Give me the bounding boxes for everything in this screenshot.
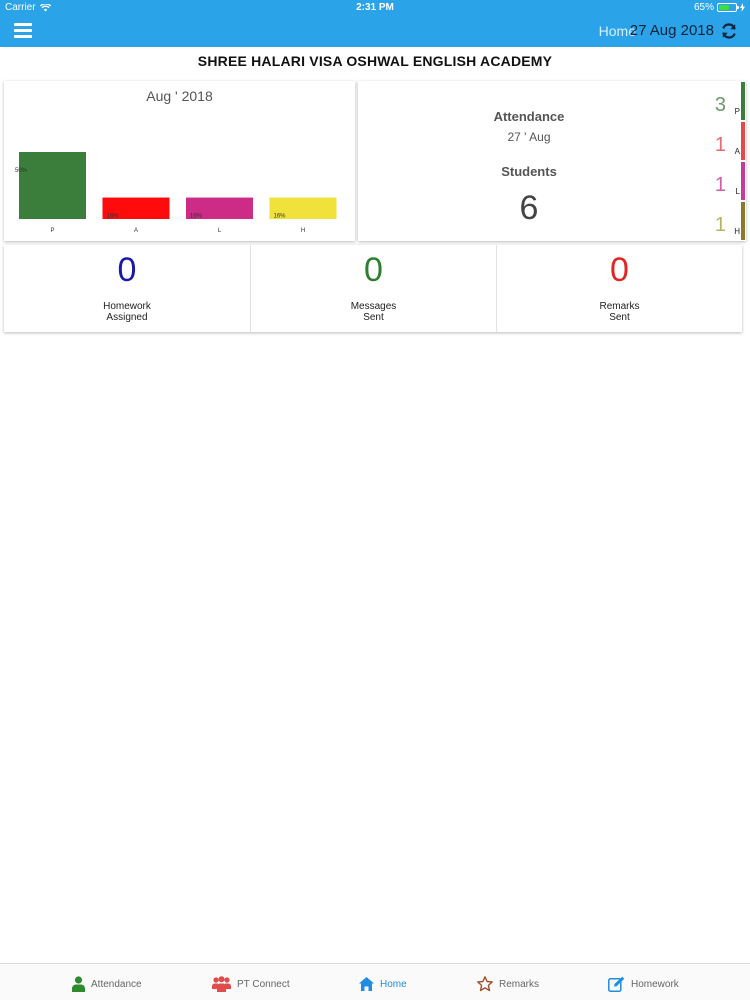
chart-tick-label: L: [218, 228, 222, 234]
status-count: 1: [714, 134, 726, 156]
monthly-attendance-chart-card: Aug ' 2018 50% P 16% A 16% L 16% H: [4, 81, 355, 241]
status-color-strip: [741, 122, 745, 160]
battery-icon: [717, 3, 739, 12]
messages-sent-stat[interactable]: 0 Messages Sent: [250, 245, 496, 332]
status-row-leave: 1 L: [686, 162, 746, 200]
person-icon: [72, 976, 85, 992]
students-count: 6: [519, 189, 539, 227]
chart-data-label: 16%: [190, 214, 203, 220]
status-count: 1: [714, 174, 726, 196]
status-row-holiday: 1 H: [686, 202, 746, 240]
status-count: 3: [714, 94, 726, 116]
status-time: 2:31 PM: [356, 2, 394, 13]
status-bar: Carrier 2:31 PM 65%: [0, 0, 750, 16]
stat-label: Homework Assigned: [103, 301, 151, 323]
remarks-sent-stat[interactable]: 0 Remarks Sent: [496, 245, 742, 332]
stat-value: 0: [117, 251, 137, 289]
students-label: Students: [501, 164, 557, 179]
status-count: 1: [714, 214, 726, 236]
homework-assigned-stat[interactable]: 0 Homework Assigned: [4, 245, 250, 332]
tab-pt-connect[interactable]: PT Connect: [212, 974, 290, 994]
tab-remarks[interactable]: Remarks: [477, 974, 539, 994]
status-letter: H: [734, 227, 740, 236]
chart-bar-p: [19, 152, 86, 219]
home-icon: [359, 977, 374, 991]
chart-tick-label: H: [301, 228, 305, 234]
status-color-strip: [741, 82, 745, 120]
school-name: SHREE HALARI VISA OSHWAL ENGLISH ACADEMY: [197, 53, 553, 69]
stat-label: Messages Sent: [350, 301, 397, 323]
status-letter: P: [734, 107, 740, 116]
attendance-date: 27 ' Aug: [507, 130, 551, 144]
chart-data-label: 16%: [274, 214, 287, 220]
stat-value: 0: [364, 251, 383, 289]
chart-tick-label: A: [134, 228, 138, 234]
charging-bolt-icon: [740, 3, 745, 12]
group-icon: [212, 976, 231, 992]
status-row-absent: 1 A: [686, 122, 746, 160]
tab-label: Home: [380, 978, 407, 990]
chart-data-label: 16%: [107, 214, 120, 220]
tab-homework[interactable]: Homework: [608, 974, 679, 994]
battery-percent: 65%: [693, 2, 714, 13]
tab-home[interactable]: Home: [359, 974, 407, 994]
star-icon: [477, 976, 493, 992]
status-letter: L: [735, 187, 740, 196]
status-color-strip: [741, 202, 745, 240]
activity-stats-card: 0 Homework Assigned 0 Messages Sent 0 Rema…: [4, 245, 742, 332]
status-letter: A: [734, 147, 740, 156]
bottom-tab-bar: Attendance PT Connect Home Remarks Homew…: [0, 963, 750, 1000]
tab-label: Homework: [631, 978, 679, 990]
tab-label: PT Connect: [237, 978, 290, 990]
stat-value: 0: [610, 251, 629, 289]
menu-button[interactable]: [14, 23, 32, 39]
battery-info: 65%: [694, 2, 745, 13]
status-color-strip: [741, 162, 745, 200]
chart-data-label: 50%: [15, 168, 28, 174]
chart-tick-label: P: [50, 228, 54, 234]
attendance-bar-chart: 50% P 16% A 16% L 16% H: [15, 152, 337, 234]
attendance-label: Attendance: [493, 109, 565, 124]
refresh-icon[interactable]: [720, 22, 738, 40]
nav-date: 27 Aug 2018: [629, 22, 714, 39]
stat-label: Remarks Sent: [599, 301, 640, 323]
tab-label: Remarks: [499, 978, 540, 990]
tab-attendance[interactable]: Attendance: [72, 974, 142, 994]
tab-label: Attendance: [91, 978, 142, 990]
status-row-present: 3 P: [686, 82, 746, 120]
attendance-summary-card: Attendance 27 ' Aug Students 6 3 P 1 A 1…: [358, 81, 746, 241]
edit-icon: [608, 976, 625, 992]
nav-bar: Home 27 Aug 2018: [0, 16, 750, 47]
